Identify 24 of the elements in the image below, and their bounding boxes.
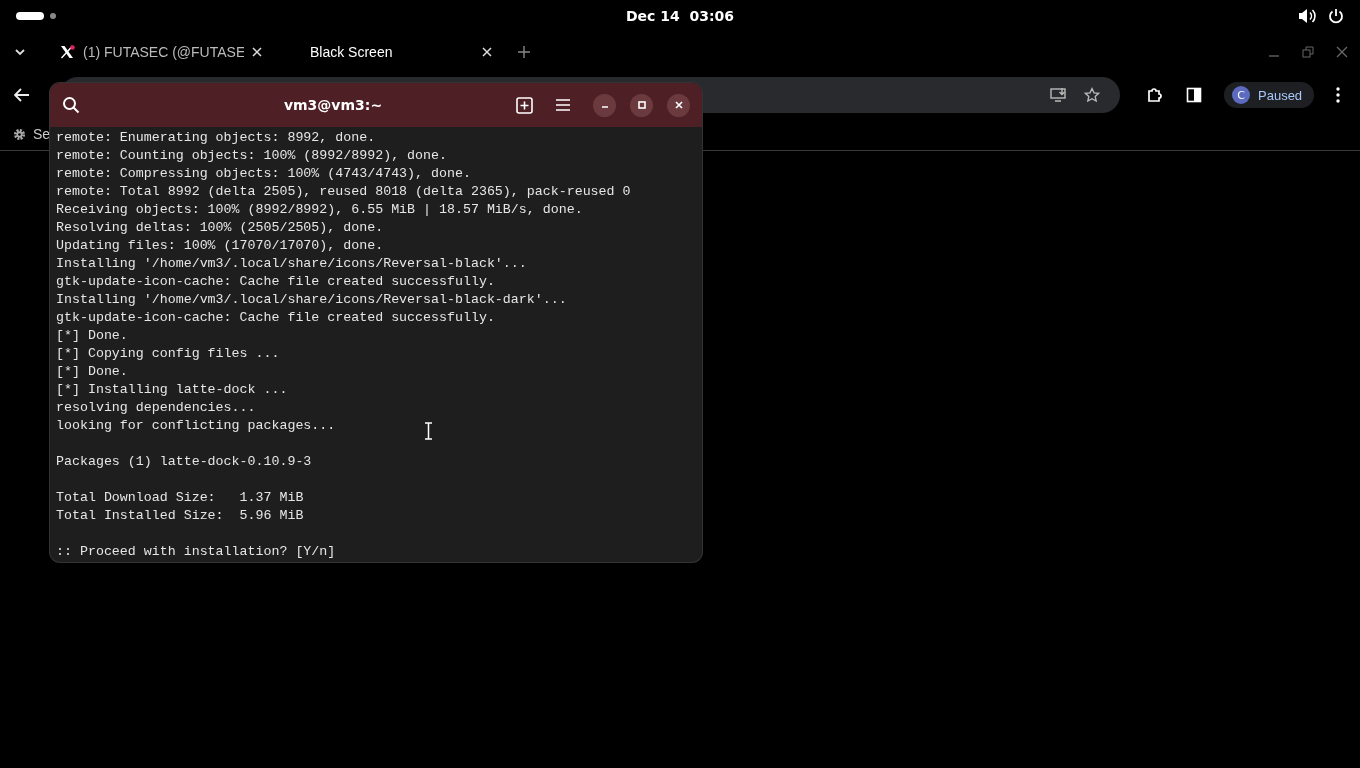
terminal-line: Installing '/home/vm3/.local/share/icons/Reversal-black'... xyxy=(56,255,527,273)
terminal-line: Resolving deltas: 100% (2505/2505), done. xyxy=(56,219,384,237)
terminal-line: Updating files: 100% (17070/17070), done. xyxy=(56,237,384,255)
terminal-line: Receiving objects: 100% (8992/8992), 6.55 MiB | 18.57 MiB/s, done. xyxy=(56,201,583,219)
terminal-line: Total Installed Size: 5.96 MiB xyxy=(56,507,304,525)
terminal-line: resolving dependencies... xyxy=(56,399,256,417)
terminal-line: remote: Enumerating objects: 8992, done. xyxy=(56,129,376,147)
terminal-line: Installing '/home/vm3/.local/share/icons/Reversal-black-dark'... xyxy=(56,291,567,309)
terminal-line: [*] Done. xyxy=(56,327,128,345)
terminal-line: [*] Done. xyxy=(56,363,128,381)
terminal-line: gtk-update-icon-cache: Cache file created successfully. xyxy=(56,309,495,327)
terminal-line: [*] Installing latte-dock ... xyxy=(56,381,288,399)
terminal-line: remote: Total 8992 (delta 2505), reused 8018 (delta 2365), pack-reused 0 xyxy=(56,183,631,201)
window-title: vm3@vm3:~ xyxy=(282,97,384,113)
terminal-line: Total Download Size: 1.37 MiB xyxy=(56,489,304,507)
terminal-line: remote: Compressing objects: 100% (4743/4743), done. xyxy=(56,165,471,183)
avatar: C xyxy=(1232,86,1250,104)
terminal-line: :: Proceed with installation? [Y/n] xyxy=(56,543,336,561)
terminal-line: gtk-update-icon-cache: Cache file created successfully. xyxy=(56,273,495,291)
profile-status: Paused xyxy=(1258,87,1303,103)
terminal-line: looking for conflicting packages... xyxy=(56,417,336,435)
terminal-line: Packages (1) latte-dock-0.10.9-3 xyxy=(56,453,312,471)
terminal-line: remote: Counting objects: 100% (8992/8992), done. xyxy=(56,147,447,165)
terminal-line: [*] Copying config files ... xyxy=(56,345,280,363)
